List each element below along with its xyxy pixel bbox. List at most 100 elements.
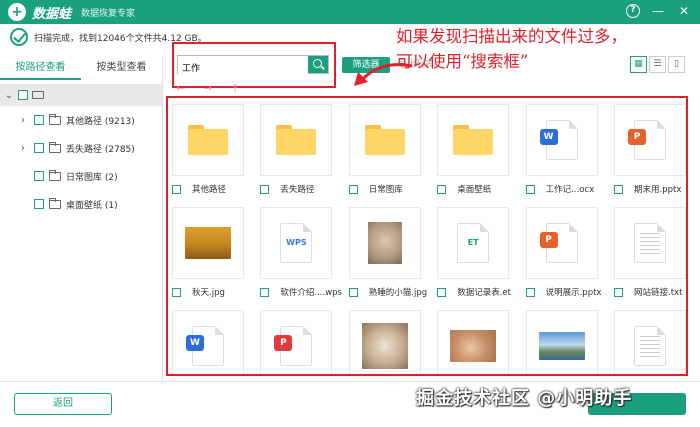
file-name: 工作记...ocx	[545, 185, 595, 195]
check-circle-icon	[10, 28, 28, 46]
file-thumbnail[interactable]	[348, 310, 421, 374]
file-name: 其他路径	[192, 185, 227, 195]
close-button[interactable]: ✕	[676, 2, 692, 20]
file-thumbnail[interactable]	[348, 104, 421, 176]
file-card[interactable]: W 工作记...ocx	[525, 104, 598, 199]
file-name: 软件介绍....wps	[280, 288, 342, 298]
chevron-right-icon[interactable]: ›	[18, 143, 28, 154]
view-tabs: 按路径查看 按类型查看	[0, 56, 162, 80]
tree-item[interactable]: › 其他路径 (9213)	[0, 106, 162, 134]
file-checkbox[interactable]	[172, 287, 181, 297]
annotation-line-2: 可以使用“搜索框”	[396, 52, 529, 71]
file-grid: 其他路径 丢失路径 日常图库 桌面壁纸 W 工作记...ocx P 期末用.pptx 秋天.jp…	[172, 104, 688, 374]
file-card[interactable]: WPS 软件介绍....wps	[260, 207, 342, 302]
file-name: 期末用.pptx	[634, 185, 682, 195]
tree-root-checkbox[interactable]	[18, 90, 28, 100]
file-thumbnail[interactable]	[614, 207, 686, 279]
logo-icon: +	[8, 3, 26, 21]
file-checkbox[interactable]	[260, 287, 270, 297]
file-card[interactable]: P 期末用.pptx	[614, 104, 686, 199]
file-thumbnail[interactable]	[437, 310, 510, 374]
file-card[interactable]: 网站链接.txt	[614, 207, 686, 302]
minimize-button[interactable]: —	[650, 2, 666, 20]
file-checkbox[interactable]	[437, 184, 447, 194]
tree-item-checkbox[interactable]	[34, 115, 44, 125]
app-subtitle: 数据恢复专家	[81, 8, 136, 19]
file-caption: 网站链接.txt	[614, 282, 686, 302]
back-arrow-icon[interactable]: ←	[176, 82, 185, 95]
file-thumbnail[interactable]	[437, 104, 510, 176]
file-name: 秋天.jpg	[192, 288, 225, 298]
file-checkbox[interactable]	[614, 287, 623, 297]
chevron-down-icon[interactable]: ⌄	[4, 90, 14, 101]
tree-root[interactable]: ⌄	[0, 84, 162, 106]
file-thumbnail[interactable]: P	[614, 104, 686, 176]
file-card[interactable]: 桌面壁纸	[437, 104, 510, 199]
ppt-file-icon: P	[628, 120, 666, 160]
tab-by-type[interactable]: 按类型查看	[81, 56, 162, 80]
file-card[interactable]	[525, 310, 598, 374]
tree-item-label: 桌面壁纸 (1)	[66, 200, 118, 211]
up-arrow-icon[interactable]: ↑	[230, 82, 239, 95]
tab-by-path[interactable]: 按路径查看	[0, 56, 81, 80]
help-icon[interactable]: ?	[626, 4, 640, 18]
tree-item-label: 丢失路径 (2785)	[66, 144, 135, 155]
tree-item-label: 其他路径 (9213)	[66, 116, 135, 127]
image-thumbnail	[185, 227, 231, 259]
file-card[interactable]: 丢失路径	[260, 104, 333, 199]
tree-item-checkbox[interactable]	[34, 143, 44, 153]
file-checkbox[interactable]	[614, 184, 623, 194]
file-caption: 丢失路径	[260, 179, 332, 199]
tree-item[interactable]: › 丢失路径 (2785)	[0, 134, 162, 162]
wps-file-icon: WPS	[280, 223, 313, 263]
forward-arrow-icon[interactable]: →	[203, 82, 212, 95]
file-thumbnail[interactable]: P	[525, 207, 598, 279]
back-button[interactable]: 返回	[14, 393, 112, 415]
file-card[interactable]: 熟睡的小猫.jpg	[348, 207, 427, 302]
folder-icon	[453, 125, 494, 155]
file-checkbox[interactable]	[525, 287, 535, 297]
file-thumbnail[interactable]	[172, 104, 244, 176]
tree-item-checkbox[interactable]	[34, 171, 44, 181]
file-card[interactable]: W	[172, 310, 244, 374]
tree-item[interactable]: 桌面壁纸 (1)	[0, 190, 162, 218]
file-caption: 期末用.pptx	[614, 179, 686, 199]
file-thumbnail[interactable]	[614, 310, 686, 374]
file-checkbox[interactable]	[172, 184, 181, 194]
file-checkbox[interactable]	[437, 287, 447, 297]
file-card[interactable]: P 说明展示.pptx	[525, 207, 601, 302]
file-card[interactable]: 日常图库	[348, 104, 421, 199]
file-thumbnail[interactable]: W	[172, 310, 244, 374]
file-card[interactable]: ET 数据记录表.et	[437, 207, 511, 302]
file-caption: 其他路径	[172, 179, 244, 199]
file-thumbnail[interactable]: WPS	[260, 207, 333, 279]
file-thumbnail[interactable]: W	[525, 104, 598, 176]
file-name: 说明展示.pptx	[545, 288, 602, 298]
title-bar: + 数据蛙 数据恢复专家 ? — ✕	[0, 0, 700, 24]
file-thumbnail[interactable]	[348, 207, 421, 279]
file-thumbnail[interactable]	[525, 310, 598, 374]
chevron-right-icon[interactable]: ›	[18, 115, 28, 126]
folder-icon	[49, 141, 61, 153]
file-card[interactable]	[437, 310, 510, 374]
file-checkbox[interactable]	[525, 184, 535, 194]
tree-item-checkbox[interactable]	[34, 199, 44, 209]
file-card[interactable]: 其他路径	[172, 104, 244, 199]
folder-icon	[364, 125, 405, 155]
file-thumbnail[interactable]	[260, 104, 333, 176]
file-card[interactable]: 秋天.jpg	[172, 207, 244, 302]
file-card[interactable]	[614, 310, 686, 374]
file-card[interactable]	[348, 310, 421, 374]
file-thumbnail[interactable]	[172, 207, 244, 279]
file-checkbox[interactable]	[260, 184, 270, 194]
file-checkbox[interactable]	[348, 184, 358, 194]
tree-item[interactable]: 日常图库 (2)	[0, 162, 162, 190]
folder-icon	[49, 169, 61, 181]
nav-arrows: ← → ↑	[176, 82, 240, 95]
file-thumbnail[interactable]: P	[260, 310, 333, 374]
file-thumbnail[interactable]: ET	[437, 207, 510, 279]
file-name: 丢失路径	[280, 185, 315, 195]
file-checkbox[interactable]	[348, 287, 358, 297]
file-caption: 软件介绍....wps	[260, 282, 342, 302]
file-card[interactable]: P	[260, 310, 333, 374]
